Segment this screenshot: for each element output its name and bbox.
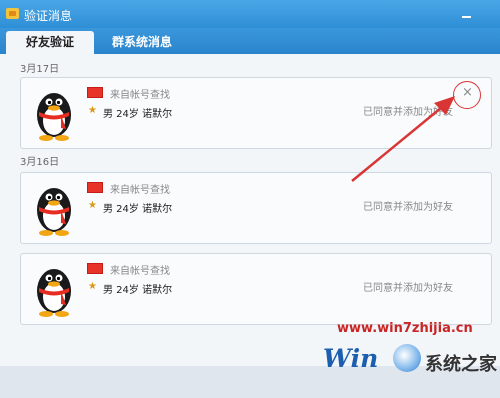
penguin-avatar-icon — [37, 269, 71, 317]
request-profile: 男 24岁 诺默尔 — [103, 109, 173, 120]
star-icon: ★ — [88, 281, 97, 292]
penguin-avatar-icon — [37, 188, 71, 236]
request-source: 来自帐号查找 — [110, 185, 170, 196]
tab-friend-verification[interactable]: 好友验证 — [6, 31, 94, 54]
date-header: 3月16日 — [20, 157, 60, 168]
penguin-avatar-icon — [37, 93, 71, 141]
tab-bar: 好友验证 群系统消息 — [0, 28, 500, 54]
watermark-logo: Win 系统之家 — [323, 334, 500, 398]
title-bar: 验证消息 — [0, 0, 500, 28]
request-status: 已同意并添加为好友 — [363, 283, 453, 294]
tab-group-system-messages[interactable]: 群系统消息 — [98, 31, 186, 54]
red-flag-icon — [87, 182, 103, 193]
red-flag-icon — [87, 87, 103, 98]
window-title: 验证消息 — [24, 9, 73, 23]
request-card: 来自帐号查找 ★ 男 24岁 诺默尔 已同意并添加为好友 — [20, 172, 492, 244]
request-profile: 男 24岁 诺默尔 — [103, 204, 173, 215]
date-header: 3月17日 — [20, 64, 60, 75]
close-button[interactable]: × — [453, 81, 481, 109]
watermark-logo-text: Win — [323, 344, 379, 373]
message-list: 3月17日 来自帐号查找 ★ 男 24岁 诺默尔 已同意并添加为好友 × 3月1… — [0, 54, 500, 366]
watermark-site-name: 系统之家 — [425, 354, 497, 375]
request-card: 来自帐号查找 ★ 男 24岁 诺默尔 已同意并添加为好友 × — [20, 77, 492, 149]
request-status: 已同意并添加为好友 — [363, 107, 453, 118]
watermark-orb-icon — [393, 344, 421, 372]
request-profile: 男 24岁 诺默尔 — [103, 285, 173, 296]
request-source: 来自帐号查找 — [110, 90, 170, 101]
star-icon: ★ — [88, 200, 97, 211]
minimize-icon[interactable] — [460, 6, 474, 20]
close-icon: × — [462, 85, 473, 100]
request-status: 已同意并添加为好友 — [363, 202, 453, 213]
star-icon: ★ — [88, 105, 97, 116]
request-source: 来自帐号查找 — [110, 266, 170, 277]
red-flag-icon — [87, 263, 103, 274]
request-card: 来自帐号查找 ★ 男 24岁 诺默尔 已同意并添加为好友 — [20, 253, 492, 325]
qq-icon — [6, 8, 19, 19]
